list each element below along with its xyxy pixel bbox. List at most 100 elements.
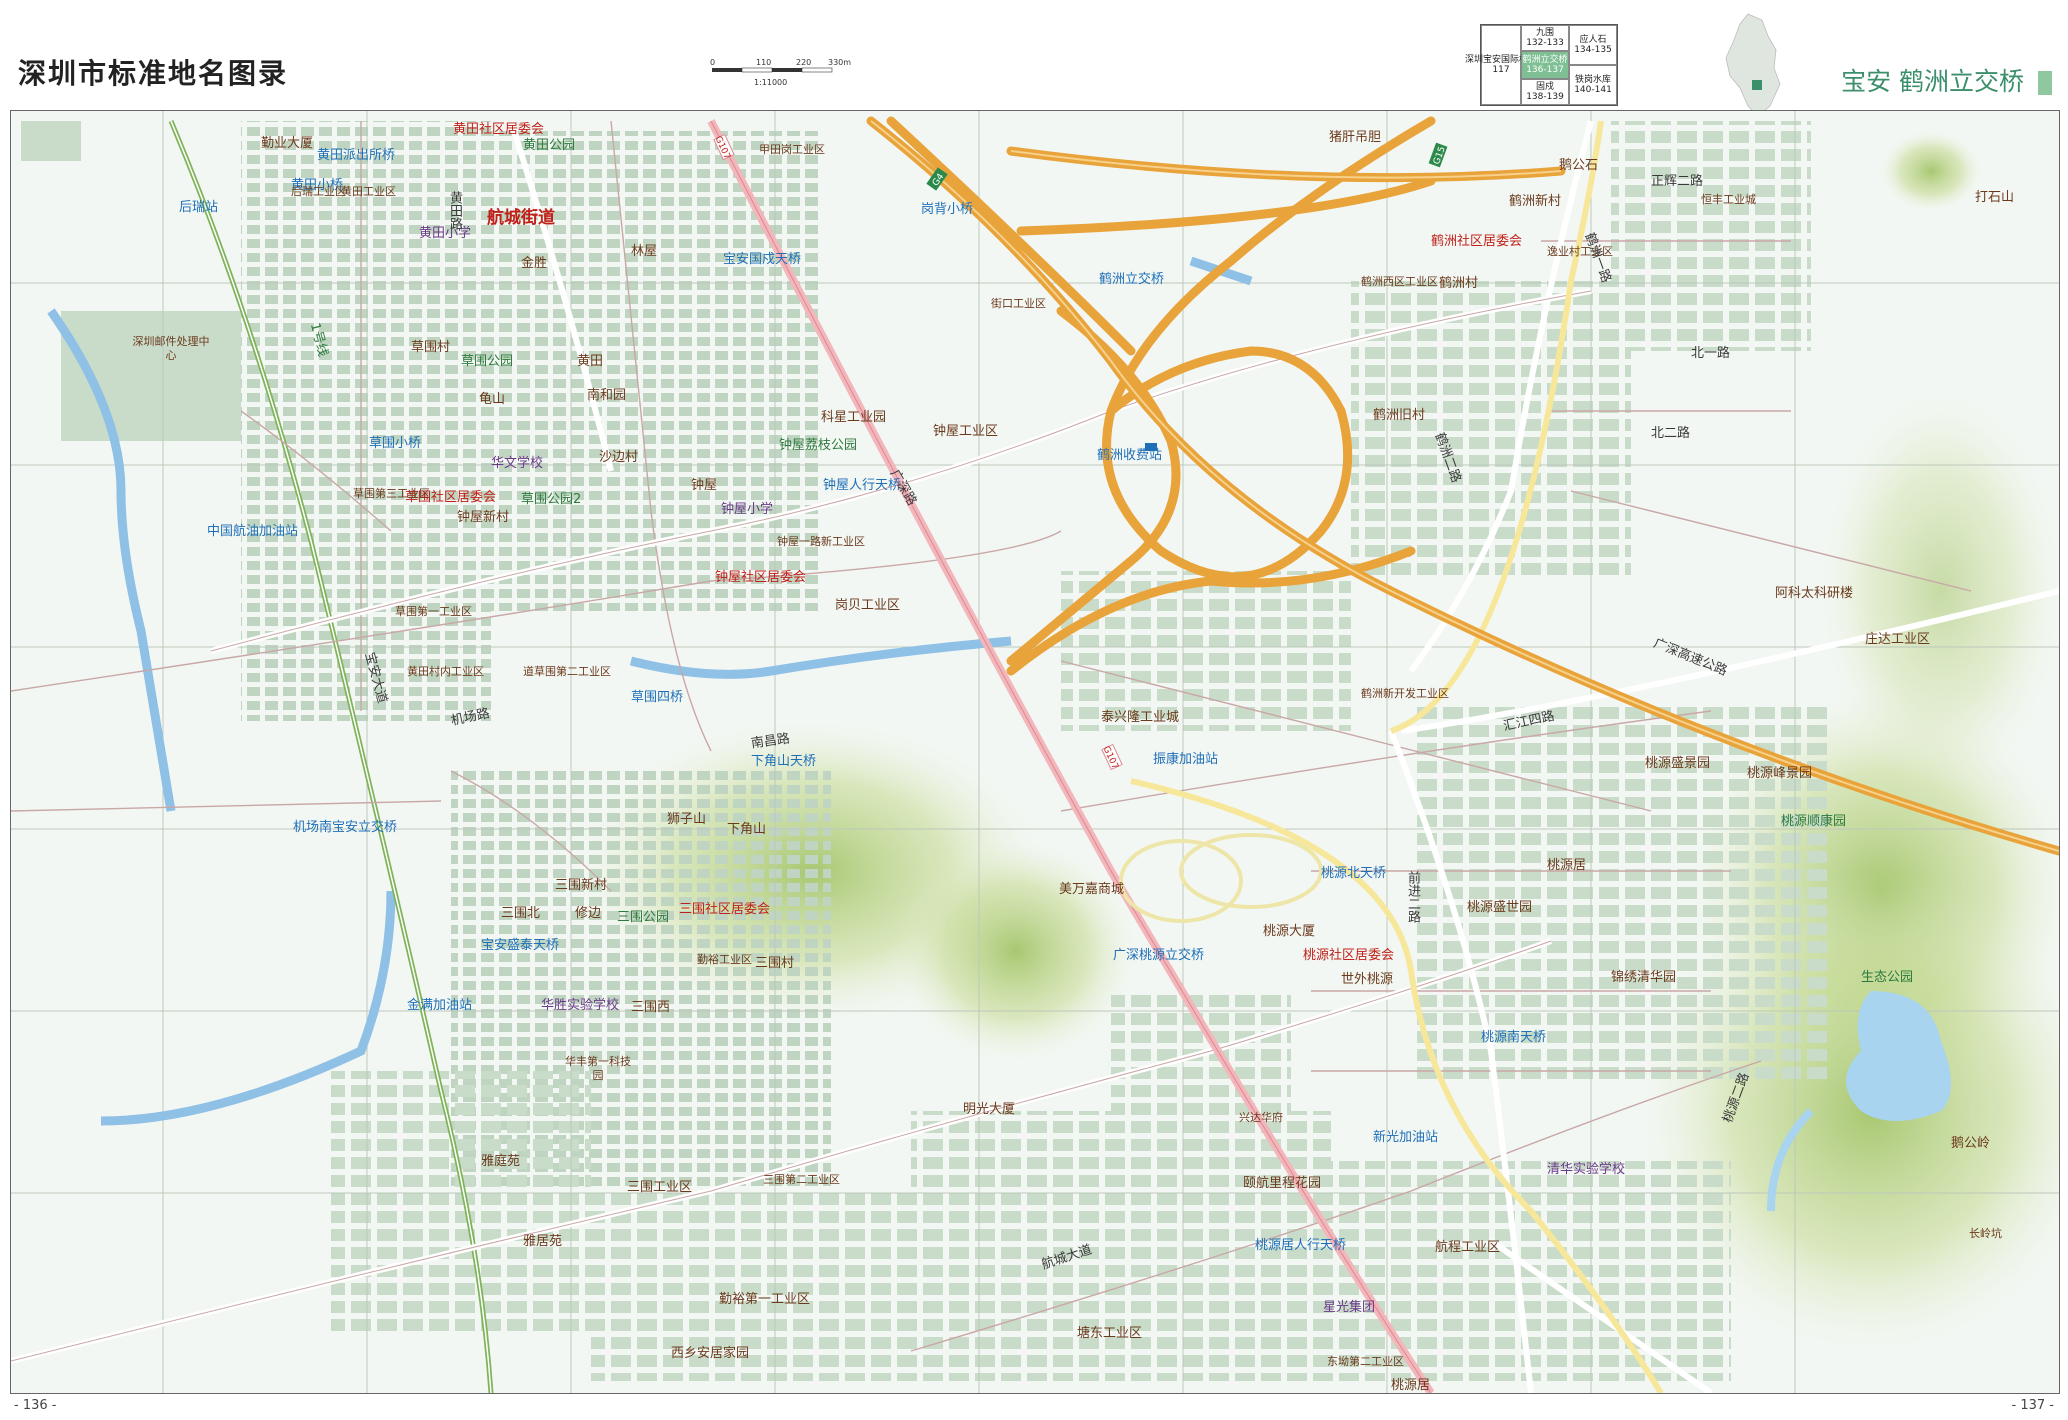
- label-shiwai-taoyuan[interactable]: 世外桃源: [1341, 973, 1393, 987]
- label-zhenkang-fuel-station[interactable]: 振康加油站: [1153, 753, 1218, 767]
- label-egongling[interactable]: 鹅公岭: [1951, 1137, 1990, 1151]
- label-xingguang-group[interactable]: 星光集团: [1323, 1301, 1375, 1315]
- label-zhongwu-industrial[interactable]: 钟屋工业区: [933, 425, 998, 439]
- label-sanwei-new-village[interactable]: 三围新村: [555, 879, 607, 893]
- label-dongao-second-industrial[interactable]: 东坳第二工业区: [1327, 1355, 1404, 1369]
- label-huangtian-park[interactable]: 黄田公园: [523, 139, 575, 153]
- label-huangtian-community[interactable]: 黄田社区居委会: [453, 123, 544, 137]
- label-hezhou-old-village[interactable]: 鹤洲旧村: [1373, 409, 1425, 423]
- label-zhongwu-park[interactable]: 草围公园2: [521, 493, 581, 507]
- label-xinguang-fuel-station[interactable]: 新光加油站: [1373, 1131, 1438, 1145]
- map-frame[interactable]: G4 G15 G107 G107 A B C 黄田社区居委会 航城街道 草围社区…: [10, 110, 2060, 1394]
- label-shizishan[interactable]: 狮子山: [667, 813, 706, 827]
- sheet-index-top-mid[interactable]: 九围 132-133: [1521, 25, 1569, 51]
- label-zhuganndiaodan[interactable]: 猪肝吊胆: [1329, 131, 1381, 145]
- label-hengfeng-industrial[interactable]: 恒丰工业城: [1701, 193, 1756, 207]
- label-hezhou-new-village[interactable]: 鹤洲新村: [1509, 195, 1561, 209]
- label-taixinglong-industrial[interactable]: 泰兴隆工业城: [1101, 711, 1179, 725]
- sheet-index-bottom-mid[interactable]: 固戍 138-139: [1521, 79, 1569, 105]
- label-sanwei-west[interactable]: 三围西: [631, 1001, 670, 1015]
- label-hezhou-community[interactable]: 鹤洲社区居委会: [1431, 235, 1522, 249]
- label-caowei-park[interactable]: 草围公园: [461, 355, 513, 369]
- label-taoyuan-shengjing[interactable]: 桃源盛景园: [1645, 757, 1710, 771]
- label-huangtian-primary[interactable]: 黄田小学: [419, 227, 471, 241]
- label-caowei-second-industrial[interactable]: 道草围第二工业区: [523, 665, 611, 679]
- label-linwu[interactable]: 林屋: [631, 245, 657, 259]
- label-qinyu-industrial[interactable]: 勤裕工业区: [697, 953, 752, 967]
- label-xiajiaoshan[interactable]: 下角山: [727, 823, 766, 837]
- label-shabian-village[interactable]: 沙边村: [599, 451, 638, 465]
- label-qinyu-first-industrial[interactable]: 勤裕第一工业区: [719, 1293, 810, 1307]
- label-zhongwu-first-road-industrial[interactable]: 钟屋一路新工业区: [777, 535, 865, 549]
- label-sanwei-park[interactable]: 三围公园: [617, 911, 669, 925]
- label-taoyuan-north-bridge[interactable]: 桃源北天桥: [1321, 867, 1386, 881]
- label-caowei-four-bridge[interactable]: 草围四桥: [631, 691, 683, 705]
- label-gangbei-bridge[interactable]: 岗背小桥: [921, 203, 973, 217]
- label-caowei-bridge[interactable]: 草围小桥: [369, 437, 421, 451]
- label-taoyuanju[interactable]: 桃源居: [1547, 859, 1586, 873]
- label-nanhe-garden[interactable]: 南和园: [587, 389, 626, 403]
- label-yaju-garden[interactable]: 雅居苑: [523, 1235, 562, 1249]
- label-zhongwu-footbridge[interactable]: 钟屋人行天桥: [823, 479, 901, 493]
- label-mail-center[interactable]: 深圳邮件处理中心: [131, 335, 211, 363]
- label-xiubian[interactable]: 修边: [575, 907, 601, 921]
- label-taoyuan-fengjing[interactable]: 桃源峰景园: [1747, 767, 1812, 781]
- label-caowei-third-industrial[interactable]: 草围第三工业区: [353, 487, 430, 501]
- sheet-index-top-right[interactable]: 应人石 134-135: [1569, 25, 1617, 65]
- label-hezhou-toll-station[interactable]: 鹤洲收费站: [1097, 449, 1162, 463]
- label-zhongwu-community[interactable]: 钟屋社区居委会: [715, 571, 806, 585]
- label-zhongwu-new-village[interactable]: 钟屋新村: [457, 511, 509, 525]
- label-taoyuan-community[interactable]: 桃源社区居委会: [1303, 949, 1394, 963]
- label-yihang-licheng[interactable]: 颐航里程花园: [1243, 1177, 1321, 1191]
- label-huangtian-inner-industrial[interactable]: 黄田村内工业区: [407, 665, 484, 679]
- label-meiwanjia-mall[interactable]: 美万嘉商城: [1059, 883, 1124, 897]
- label-huangtian-police-bridge[interactable]: 黄田派出所桥: [317, 149, 395, 163]
- label-sanwei-north[interactable]: 三围北: [501, 907, 540, 921]
- label-taoyuan-shengshi[interactable]: 桃源盛世园: [1467, 901, 1532, 915]
- label-sanwei-industrial[interactable]: 三围工业区: [627, 1181, 692, 1195]
- label-tsinghua-school[interactable]: 清华实验学校: [1547, 1163, 1625, 1177]
- label-huasheng-school[interactable]: 华胜实验学校: [541, 999, 619, 1013]
- label-aviation-fuel-station[interactable]: 中国航油加油站: [207, 525, 298, 539]
- label-hourui-station[interactable]: 后瑞站: [179, 201, 218, 215]
- label-jiekou-industrial[interactable]: 街口工业区: [991, 297, 1046, 311]
- label-hezhou-new-dev-industrial[interactable]: 鹤洲新开发工业区: [1361, 687, 1449, 701]
- label-huawen-school[interactable]: 华文学校: [491, 457, 543, 471]
- label-caowei-first-industrial[interactable]: 草围第一工业区: [395, 605, 472, 619]
- label-sanwei-second-industrial[interactable]: 三围第二工业区: [763, 1173, 840, 1187]
- label-sanwei-community[interactable]: 三围社区居委会: [679, 903, 770, 917]
- label-akotai-building[interactable]: 阿科太科研楼: [1775, 587, 1853, 601]
- label-hourui-industrial[interactable]: 后瑞工业区: [291, 185, 346, 199]
- label-hangcheng-industrial[interactable]: 航程工业区: [1435, 1241, 1500, 1255]
- label-jiatiangang-industrial[interactable]: 甲田岗工业区: [759, 143, 825, 157]
- label-gangbei-industrial[interactable]: 岗贝工业区: [835, 599, 900, 613]
- label-baoan-guoshu-bridge[interactable]: 宝安国戍天桥: [723, 253, 801, 267]
- sheet-index-left[interactable]: 深圳宝安国际机场 117: [1465, 25, 1537, 105]
- label-zhuangda-industrial[interactable]: 庄达工业区: [1865, 633, 1930, 647]
- label-airport-south-interchange[interactable]: 机场南宝安立交桥: [293, 821, 397, 835]
- label-xingda-huafu[interactable]: 兴达华府: [1239, 1111, 1283, 1125]
- label-huafeng-tech-park[interactable]: 华丰第一科技园: [563, 1055, 633, 1083]
- label-guishan[interactable]: 龟山: [479, 393, 505, 407]
- label-dashishan[interactable]: 打石山: [1975, 191, 2014, 205]
- label-caowei-village[interactable]: 草围村: [411, 341, 450, 355]
- label-qinye-building[interactable]: 勤业大厦: [261, 137, 313, 151]
- label-jinsheng[interactable]: 金胜: [521, 257, 547, 271]
- label-zhongwu[interactable]: 钟屋: [691, 479, 717, 493]
- label-huangtian[interactable]: 黄田: [577, 355, 603, 369]
- label-xiajiaoshan-bridge[interactable]: 下角山天桥: [751, 755, 816, 769]
- label-guangshen-taoyuan-interchange[interactable]: 广深桃源立交桥: [1113, 949, 1204, 963]
- label-zhongwu-lychee-park[interactable]: 钟屋荔枝公园: [779, 439, 857, 453]
- sheet-index-right[interactable]: 铁岗水库 140-141: [1569, 65, 1617, 105]
- label-sanwei-village[interactable]: 三围村: [755, 957, 794, 971]
- label-jinxiu-qinghua[interactable]: 锦绣清华园: [1611, 971, 1676, 985]
- label-ecological-park[interactable]: 生态公园: [1861, 971, 1913, 985]
- label-zhongwu-primary[interactable]: 钟屋小学: [721, 503, 773, 517]
- label-jinman-fuel-station[interactable]: 金满加油站: [407, 999, 472, 1013]
- label-huangtian-industrial[interactable]: 黄田工业区: [341, 185, 396, 199]
- label-taoyuanju-footbridge[interactable]: 桃源居人行天桥: [1255, 1239, 1346, 1253]
- label-taoyuan-south-bridge[interactable]: 桃源南天桥: [1481, 1031, 1546, 1045]
- label-egongshi[interactable]: 鹅公石: [1559, 159, 1598, 173]
- label-mingguang-building[interactable]: 明光大厦: [963, 1103, 1015, 1117]
- label-hezhou-west-industrial[interactable]: 鹤洲西区工业区: [1361, 275, 1438, 289]
